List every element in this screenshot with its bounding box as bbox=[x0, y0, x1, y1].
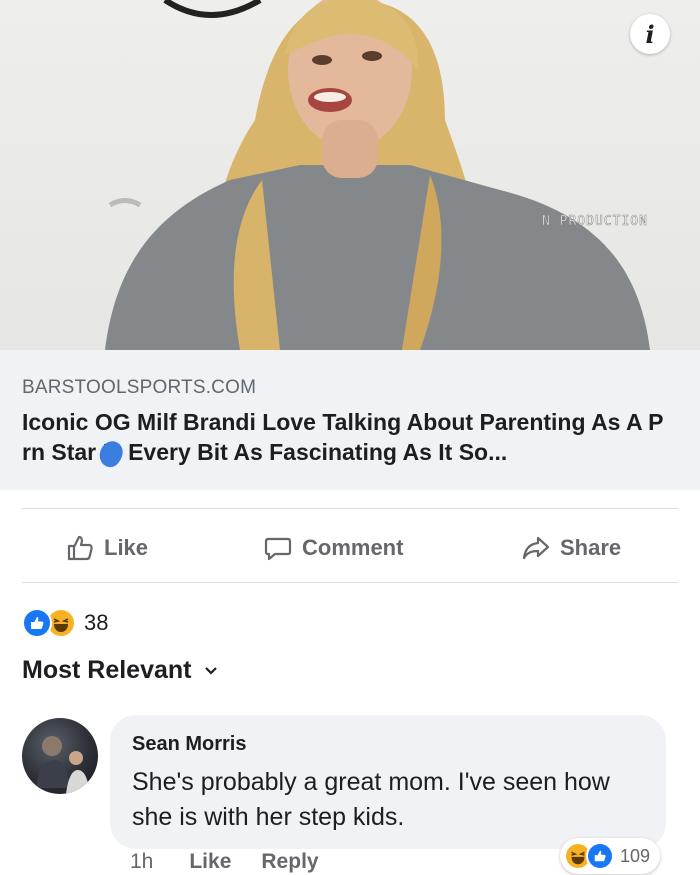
link-domain: BARSTOOLSPORTS.COM bbox=[22, 377, 257, 398]
link-preview[interactable]: BARSTOOLSPORTS.COM Iconic OG Milf Brandi… bbox=[0, 350, 700, 490]
like-button-label: Like bbox=[104, 535, 149, 560]
comment-bubble: Sean Morris She's probably a great mom. … bbox=[110, 715, 666, 849]
comment-timestamp[interactable]: 1h bbox=[130, 850, 153, 874]
speech-bubble-icon bbox=[264, 537, 292, 561]
info-button[interactable]: i bbox=[630, 14, 670, 54]
reaction-count: 38 bbox=[84, 610, 109, 635]
like-reaction-icon bbox=[22, 608, 52, 638]
share-arrow-icon bbox=[522, 536, 550, 560]
comment-like-button[interactable]: Like bbox=[189, 850, 231, 874]
comment-button[interactable]: Comment bbox=[264, 520, 403, 576]
comment-sort-dropdown[interactable]: Most Relevant bbox=[22, 656, 219, 685]
comment-reactions[interactable]: 109 bbox=[560, 838, 661, 874]
post-action-bar: Like Comment Share bbox=[0, 520, 700, 576]
avatar-photo bbox=[36, 736, 90, 794]
share-button[interactable]: Share bbox=[522, 520, 621, 576]
comment-button-label: Comment bbox=[302, 535, 404, 560]
comment-reply-button[interactable]: Reply bbox=[261, 850, 318, 874]
divider-top bbox=[22, 508, 678, 509]
photo-watermark: N PRODUCTION bbox=[542, 214, 648, 230]
chevron-down-icon bbox=[205, 666, 218, 675]
thumbs-up-icon bbox=[67, 535, 93, 561]
commenter-avatar[interactable] bbox=[22, 718, 98, 794]
comment-text: She's probably a great mom. I've seen ho… bbox=[132, 768, 610, 831]
article-photo bbox=[105, 0, 650, 350]
comment-reaction-count: 109 bbox=[620, 845, 651, 866]
article-image[interactable]: N PRODUCTION i bbox=[0, 0, 700, 350]
share-button-label: Share bbox=[560, 535, 622, 560]
comment-author[interactable]: Sean Morris bbox=[132, 733, 246, 756]
like-reaction-icon bbox=[586, 842, 614, 870]
comment-sort-label: Most Relevant bbox=[22, 656, 192, 684]
divider-bottom bbox=[22, 582, 678, 583]
like-button[interactable]: Like bbox=[66, 520, 148, 576]
comment-meta: 1h Like Reply bbox=[130, 850, 319, 874]
reactions-summary[interactable]: 38 bbox=[22, 606, 108, 640]
info-icon: i bbox=[645, 19, 655, 49]
